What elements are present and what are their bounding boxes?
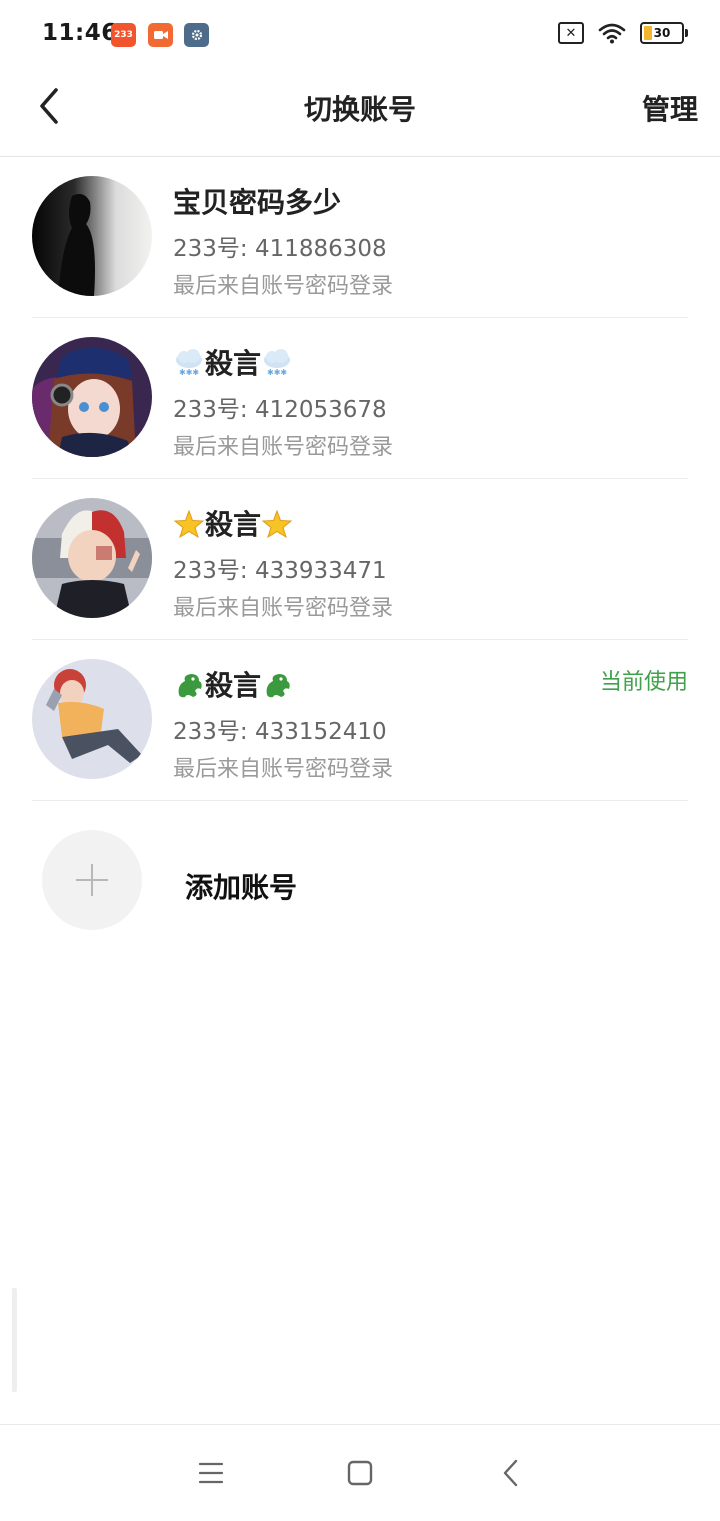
account-name: 殺言 — [173, 664, 293, 704]
account-id: 233号: 433933471 — [173, 558, 387, 584]
account-item-current[interactable]: 殺言 233号: 433152410 最后来自账号密码登录 当前使用 — [32, 640, 688, 801]
no-sim-icon: ✕ — [558, 22, 584, 44]
anime-boy-avatar — [32, 498, 152, 618]
svg-text:✱✱✱: ✱✱✱ — [179, 368, 199, 377]
wifi-icon — [598, 23, 626, 44]
video-app-icon — [148, 23, 173, 47]
account-name: ✱✱✱ 殺言 ✱✱✱ — [173, 342, 293, 382]
page-title: 切换账号 — [303, 93, 416, 126]
manage-button[interactable]: 管理 — [642, 88, 698, 128]
dragon-icon — [266, 674, 290, 698]
login-method-note: 最后来自账号密码登录 — [173, 596, 394, 621]
star-icon — [261, 510, 293, 538]
account-list: 宝贝密码多少 233号: 411886308 最后来自账号密码登录 ✱✱✱ 殺言 — [0, 157, 720, 801]
anime-girl-avatar — [32, 337, 152, 457]
add-account-label: 添加账号 — [185, 871, 298, 904]
back-triangle-icon — [503, 1459, 518, 1487]
app-header: 切换账号 管理 — [0, 68, 720, 157]
account-item[interactable]: 宝贝密码多少 233号: 411886308 最后来自账号密码登录 — [32, 157, 688, 318]
home-nav-button[interactable] — [340, 1455, 380, 1491]
233-app-icon: 233 — [111, 23, 136, 47]
account-id: 233号: 411886308 — [173, 236, 387, 262]
battery-level: 30 — [653, 26, 671, 40]
snow-cloud-icon: ✱✱✱ — [264, 349, 291, 377]
back-nav-button[interactable] — [491, 1455, 531, 1491]
snow-cloud-icon: ✱✱✱ — [176, 349, 202, 377]
add-account-button[interactable]: 添加账号 — [42, 830, 342, 930]
edge-gesture-handle[interactable] — [12, 1288, 17, 1392]
menu-icon — [198, 1462, 224, 1484]
account-name: 殺言 — [173, 503, 293, 543]
account-item[interactable]: ✱✱✱ 殺言 ✱✱✱ 233号: 412053678 最后来自账号密码登录 — [32, 318, 688, 479]
account-name: 宝贝密码多少 — [173, 186, 342, 219]
system-nav-bar — [0, 1424, 720, 1521]
anime-reclining-avatar — [32, 659, 152, 779]
account-item[interactable]: 殺言 233号: 433933471 最后来自账号密码登录 — [32, 479, 688, 640]
login-method-note: 最后来自账号密码登录 — [173, 274, 394, 299]
home-square-icon — [347, 1460, 373, 1486]
account-id: 233号: 433152410 — [173, 719, 387, 745]
menu-nav-button[interactable] — [191, 1455, 231, 1491]
login-method-note: 最后来自账号密码登录 — [173, 757, 394, 782]
settings-app-icon — [184, 23, 209, 47]
current-account-badge: 当前使用 — [599, 670, 688, 695]
account-id: 233号: 412053678 — [173, 397, 387, 423]
status-bar: 11:46 233 ✕ 30 — [0, 0, 720, 68]
login-method-note: 最后来自账号密码登录 — [173, 435, 394, 460]
dragon-icon — [178, 674, 202, 698]
plus-icon — [42, 830, 142, 930]
battery-icon: 30 — [640, 22, 688, 44]
status-time: 11:46 — [42, 20, 118, 46]
silhouette-avatar — [32, 176, 152, 296]
star-icon — [173, 510, 205, 538]
svg-text:✱✱✱: ✱✱✱ — [267, 368, 287, 377]
